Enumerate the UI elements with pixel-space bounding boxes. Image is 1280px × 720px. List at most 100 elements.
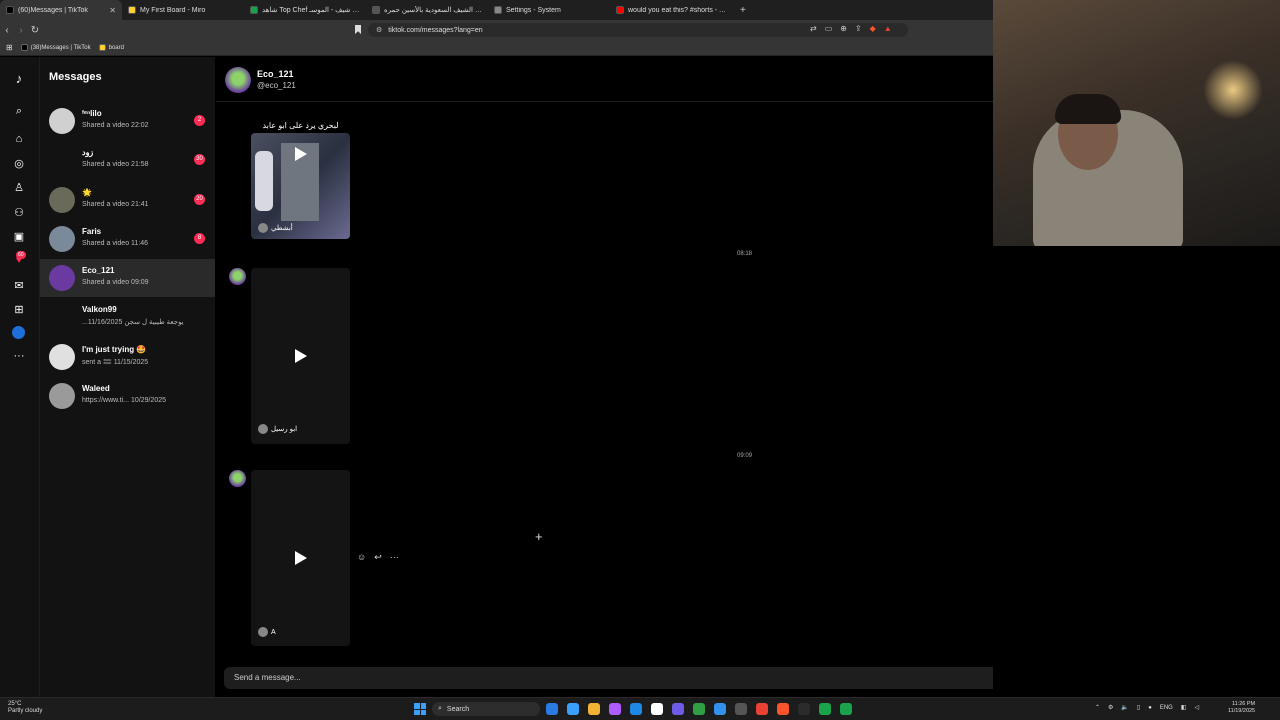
conversation-item[interactable]: Faris Shared a video 11:46 8 [40,220,215,258]
author-avatar [258,627,268,637]
zoom-icon[interactable]: ⊕ [840,24,847,33]
browser-tab[interactable]: Settings - System [488,0,610,20]
taskbar-app-icon[interactable] [630,703,642,715]
video-card[interactable]: ابو رسيل [251,268,350,444]
explore-icon[interactable]: ◎ [12,156,26,170]
tiktok-logo-icon[interactable]: ♪ [12,71,26,86]
browser-tab[interactable]: الشيف السعودية بالأسين حمره - Search [366,0,488,20]
conversation-item[interactable]: زود Shared a video 21:58 30 [40,141,215,179]
conversation-name: Eco_121 [82,266,115,275]
start-icon[interactable] [414,703,426,715]
taskbar-app-icon[interactable] [651,703,663,715]
play-icon[interactable] [295,551,307,565]
tab-favicon-icon [250,6,258,14]
bookmark-favicon-icon [98,44,106,51]
video-thumbnail-figure [255,151,273,211]
home-icon[interactable]: ⌂ [12,132,26,146]
bookmark-item[interactable]: (38)Messages | TikTok [20,44,91,51]
language-indicator[interactable]: ENG [1160,705,1173,711]
bookmark-icon[interactable] [355,25,361,34]
conversation-time: 10/29/2025 [131,397,167,404]
video-card[interactable]: A [251,470,350,646]
upload-icon[interactable]: ⊞ [12,302,26,316]
battery-icon[interactable]: ▯ [1137,704,1140,711]
browser-tab[interactable]: would you eat this? #shorts - YouTube [610,0,732,20]
search-icon[interactable]: ⌕ [12,104,26,118]
message-input[interactable]: Send a message... [234,673,301,682]
chat-name[interactable]: Eco_121 [257,69,294,79]
browser-tab[interactable]: شاهد Top Chef مش أي شيف - الموسـ [244,0,366,20]
tab-title: My First Board - Miro [140,6,206,14]
conversation-item[interactable]: Waleed https://www.ti... 10/29/2025 [40,377,215,415]
tray-app-icon[interactable]: ⚙ [1108,704,1113,711]
taskbar-app-icon[interactable] [567,703,579,715]
sender-avatar[interactable] [229,470,246,487]
taskbar-app-icon[interactable] [735,703,747,715]
browser-tab[interactable]: My First Board - Miro [122,0,244,20]
profile-icon[interactable] [12,326,25,339]
taskbar-app-icon[interactable] [546,703,558,715]
chat-avatar[interactable] [225,67,251,93]
cast-icon[interactable]: ▭ [825,24,833,33]
more-icon[interactable]: ··· [12,349,26,363]
volume-icon[interactable]: ◁ [1195,704,1200,711]
shields-icon[interactable]: ◆ [870,24,876,33]
taskbar-app-icon[interactable] [777,703,789,715]
browser-tab[interactable]: (60)Messages | TikTok ✕ [0,0,122,20]
conversation-item[interactable]: ᶠᵉⁿlilo Shared a video 22:02 2 [40,102,215,140]
rewards-icon[interactable]: ▲ [884,24,892,33]
taskbar-search-label: Search [446,705,470,713]
conversation-item[interactable]: I'm just trying 🤩 sent a 🟰 11/15/2025 [40,338,215,376]
chat-header: Eco_121 @eco_121 [216,57,993,102]
taskbar-app-icon[interactable] [693,703,705,715]
conversation-item[interactable]: Valkon99 ...يوجعة طيبية ل سجن 11/16/2025 [40,298,215,336]
play-icon[interactable] [295,349,307,363]
close-icon[interactable]: ✕ [109,6,116,15]
reload-icon[interactable]: ↻ [28,25,42,36]
weather-widget[interactable]: 25°C Partly cloudy [8,701,42,715]
sender-avatar[interactable] [229,268,246,285]
reply-icon[interactable]: ↩ [374,552,382,563]
bookmark-item[interactable]: board [98,44,124,51]
conversation-item[interactable]: Eco_121 Shared a video 09:09 [40,259,215,297]
messages-icon[interactable]: ✉ [12,278,26,292]
more-options-icon[interactable]: ··· [390,552,399,563]
share-icon[interactable]: ⇪ [855,24,862,33]
taskbar-clock[interactable]: 11:26 PM 11/19/2025 [1228,701,1255,715]
react-icon[interactable]: ☺ [357,552,366,563]
taskbar-app-icon[interactable] [672,703,684,715]
translate-icon[interactable]: ⇄ [810,24,817,33]
taskbar-app-icon[interactable] [819,703,831,715]
chat-handle[interactable]: @eco_121 [257,81,296,90]
friends-icon[interactable]: ⚇ [12,205,26,219]
new-tab-button[interactable]: + [732,5,754,16]
tab-favicon-icon [372,6,380,14]
toolbar-icons: ⇄ ▭ ⊕ ⇪ ◆ ▲ [810,24,892,33]
mic-icon[interactable]: ● [1148,705,1152,711]
back-icon[interactable]: ‹ [0,25,14,36]
tab-title: (60)Messages | TikTok [18,6,88,14]
taskbar-search[interactable]: ⌕ Search [432,702,540,716]
taskbar-apps [546,703,852,715]
forward-icon[interactable]: › [14,25,28,36]
site-info-icon[interactable]: ⚙ [376,26,382,34]
chevron-up-icon[interactable]: ⌃ [1095,704,1100,711]
conversation-preview: Shared a video 21:58 [82,161,149,168]
taskbar-app-icon[interactable] [756,703,768,715]
taskbar-app-icon[interactable] [798,703,810,715]
taskbar-app-icon[interactable] [588,703,600,715]
speaker-icon[interactable]: 🔈 [1121,704,1128,711]
network-icon[interactable]: ◧ [1181,704,1187,711]
following-icon[interactable]: ♙ [12,180,26,194]
webcam-lamp [1203,60,1263,120]
video-card[interactable]: أبشطي [251,133,350,239]
conversation-item[interactable]: 🌟 Shared a video 21:41 20 [40,181,215,219]
apps-grid-icon[interactable]: ⊞ [6,43,13,52]
conversation-preview: Shared a video 11:46 [82,240,149,247]
video-author: أبشطي [258,223,293,233]
taskbar-app-icon[interactable] [840,703,852,715]
taskbar-app-icon[interactable] [714,703,726,715]
live-icon[interactable]: ▣ [12,229,26,243]
play-icon[interactable] [295,147,307,161]
taskbar-app-icon[interactable] [609,703,621,715]
